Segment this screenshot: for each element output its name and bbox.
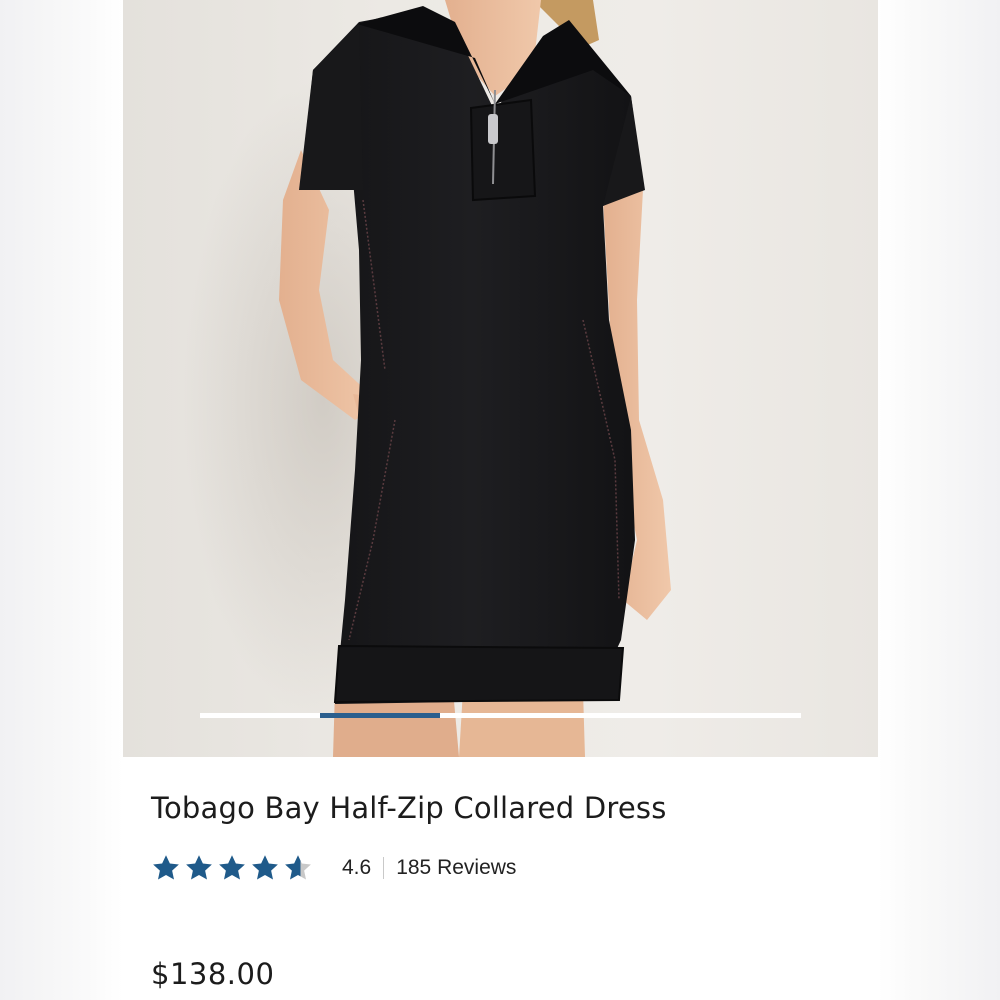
product-price: $138.00 — [151, 957, 275, 991]
carousel-progress-indicator — [320, 713, 440, 718]
zipper-pull — [488, 114, 498, 144]
carousel-progress-track[interactable] — [200, 713, 801, 718]
product-title: Tobago Bay Half-Zip Collared Dress — [151, 791, 667, 825]
star-icon — [219, 855, 245, 880]
rating-value: 4.6 — [342, 856, 372, 879]
product-photo[interactable] — [123, 0, 878, 757]
right-margin — [878, 0, 1000, 1000]
star-icon — [153, 855, 179, 880]
product-image-carousel[interactable] — [123, 0, 878, 757]
rating-summary[interactable]: 4.6 185 Reviews — [151, 850, 516, 886]
product-card: Tobago Bay Half-Zip Collared Dress 4.6 1… — [123, 0, 878, 1000]
star-icon — [186, 855, 212, 880]
reviews-link[interactable]: 185 Reviews — [396, 856, 516, 880]
zip-placket — [469, 98, 537, 202]
dress-hem — [333, 644, 625, 704]
screenshot-frame: Tobago Bay Half-Zip Collared Dress 4.6 1… — [0, 0, 1000, 1000]
star-icon — [252, 855, 278, 880]
rating-divider — [383, 857, 385, 879]
partial-star-icon — [285, 855, 311, 880]
left-margin — [0, 0, 123, 1000]
star-rating — [151, 853, 316, 883]
